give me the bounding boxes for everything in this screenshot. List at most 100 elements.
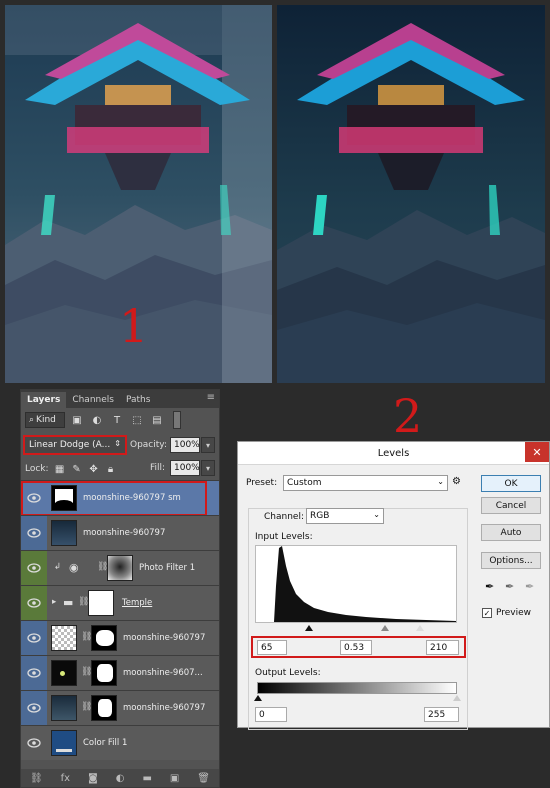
link-chain-icon[interactable]: ⛓︎ [81,702,92,714]
input-gamma-field[interactable]: 0.53 [340,640,372,655]
fill-label: Fill: [150,463,166,473]
output-gradient-bar [257,682,457,694]
smart-object-filter-icon[interactable]: ▤ [149,412,165,428]
options-button[interactable]: Options... [481,552,541,569]
layer-mask-thumbnail [91,625,117,651]
output-white-slider[interactable] [453,695,461,701]
new-group-icon[interactable]: ▬ [142,773,151,784]
output-black-slider[interactable] [254,695,262,701]
black-eyedropper-icon[interactable]: ✒ [485,580,499,594]
link-chain-icon[interactable]: ⛓︎ [81,632,92,644]
tab-paths[interactable]: Paths [120,392,156,408]
preset-select[interactable]: Custom ⌄ [283,475,448,491]
output-white-field[interactable]: 255 [424,707,459,722]
updown-arrow-icon: ⇕ [114,439,121,448]
dialog-title: Levels [377,447,410,459]
filter-toggle[interactable] [173,411,181,429]
layer-row[interactable]: moonshine-960797 sm [21,480,219,516]
panel-menu-icon[interactable]: ≡ [207,392,215,403]
layer-row[interactable]: Color Fill 1 [21,725,219,760]
color-fill-thumbnail [51,730,77,756]
input-white-field[interactable]: 210 [426,640,459,655]
output-black-field[interactable]: 0 [255,707,287,722]
layer-mask-thumbnail [107,555,133,581]
output-levels-label: Output Levels: [255,668,321,678]
fx-icon[interactable]: fx [61,773,70,784]
lock-label: Lock: [25,464,49,474]
tab-layers[interactable]: Layers [21,392,67,408]
lock-bar: Lock: ▦ ✎ ✥ 🔒︎ Fill: 100% ▾ [21,458,219,480]
trash-icon[interactable]: 🗑︎ [197,773,210,784]
white-eyedropper-icon[interactable]: ✒ [525,580,539,594]
pixel-filter-icon[interactable]: ▣ [69,412,85,428]
ok-button[interactable]: OK [481,475,541,492]
auto-button[interactable]: Auto [481,524,541,541]
folder-icon: ▬ [63,596,74,609]
gear-icon[interactable]: ⚙ [452,476,461,487]
close-icon[interactable]: ✕ [525,442,549,462]
opacity-dropdown[interactable]: ▾ [201,437,215,453]
layer-thumbnail [51,660,77,686]
layer-row[interactable]: ⛓︎ moonshine-960797 [21,690,219,725]
annotation-number-2: 2 [393,389,423,443]
adjustment-filter-icon[interactable]: ◐ [89,412,105,428]
lock-transparency-icon[interactable]: ▦ [54,463,66,475]
layer-name: moonshine-960797 [83,528,166,538]
visibility-eye-icon[interactable] [21,516,47,550]
new-layer-icon[interactable]: ▣ [170,773,179,784]
visibility-eye-icon[interactable] [21,621,47,655]
preset-value: Custom [287,478,322,488]
expand-triangle-icon[interactable]: ▸ [52,597,56,607]
fill-input[interactable]: 100% [170,460,200,476]
filter-kind-label: Kind [36,415,56,425]
layer-row[interactable]: ↲ ◉ ⛓︎ Photo Filter 1 [21,550,219,585]
link-chain-icon[interactable]: ⛓︎ [97,562,108,574]
link-chain-icon[interactable]: ⛓︎ [81,667,92,679]
gray-eyedropper-icon[interactable]: ✒ [505,580,519,594]
chevron-down-icon: ⌄ [373,510,380,519]
tab-channels[interactable]: Channels [66,392,120,408]
layer-thumbnail [51,695,77,721]
layers-panel: Layers Channels Paths ≡ ⌕ Kind ▣ ◐ T ⬚ ▤… [20,389,220,788]
link-layers-icon[interactable]: ⛓︎ [30,773,43,784]
visibility-eye-icon[interactable] [21,656,47,690]
cancel-button[interactable]: Cancel [481,497,541,514]
lock-move-icon[interactable]: ✥ [88,463,100,475]
add-mask-icon[interactable]: ◙ [88,773,98,784]
after-artwork [277,5,545,383]
new-adjustment-icon[interactable]: ◐ [116,773,125,784]
visibility-eye-icon[interactable] [21,691,47,725]
preset-label: Preset: [246,478,278,488]
filter-kind-select[interactable]: ⌕ Kind [25,412,65,428]
input-black-field[interactable]: 65 [257,640,287,655]
preview-label: Preview [496,608,532,618]
layer-name: moonshine-960797 [123,703,206,713]
lock-paint-icon[interactable]: ✎ [71,463,83,475]
input-black-slider[interactable] [305,625,313,631]
clip-arrow-icon: ↲ [54,562,62,572]
lock-all-icon[interactable]: 🔒︎ [105,463,117,475]
layer-row[interactable]: ⛓︎ moonshine-9607... [21,655,219,690]
input-gamma-slider[interactable] [381,625,389,631]
shape-filter-icon[interactable]: ⬚ [129,412,145,428]
blend-mode-select[interactable]: Linear Dodge (A... ⇕ [23,435,127,455]
channel-select[interactable]: RGB ⌄ [306,508,384,524]
opacity-input[interactable]: 100% [170,437,200,453]
camera-adjustment-icon: ◉ [69,561,79,574]
layer-row[interactable]: ⛓︎ moonshine-960797 [21,620,219,655]
visibility-eye-icon[interactable] [21,726,47,760]
layer-row[interactable]: ▸ ▬ ⛓︎ Temple [21,585,219,620]
type-filter-icon[interactable]: T [109,412,125,428]
input-white-slider[interactable] [416,625,424,631]
visibility-eye-icon[interactable] [21,586,47,620]
link-chain-icon[interactable]: ⛓︎ [78,597,89,609]
chevron-down-icon: ⌄ [437,477,444,486]
visibility-eye-icon[interactable] [21,551,47,585]
layer-filter-bar: ⌕ Kind ▣ ◐ T ⬚ ▤ [21,408,219,432]
selected-layer-highlight [21,481,207,516]
preview-checkbox[interactable]: ✓ [482,608,492,618]
layer-name: moonshine-9607... [123,668,203,678]
layer-name: Photo Filter 1 [139,563,196,573]
fill-dropdown[interactable]: ▾ [201,460,215,476]
layer-row[interactable]: moonshine-960797 [21,515,219,550]
